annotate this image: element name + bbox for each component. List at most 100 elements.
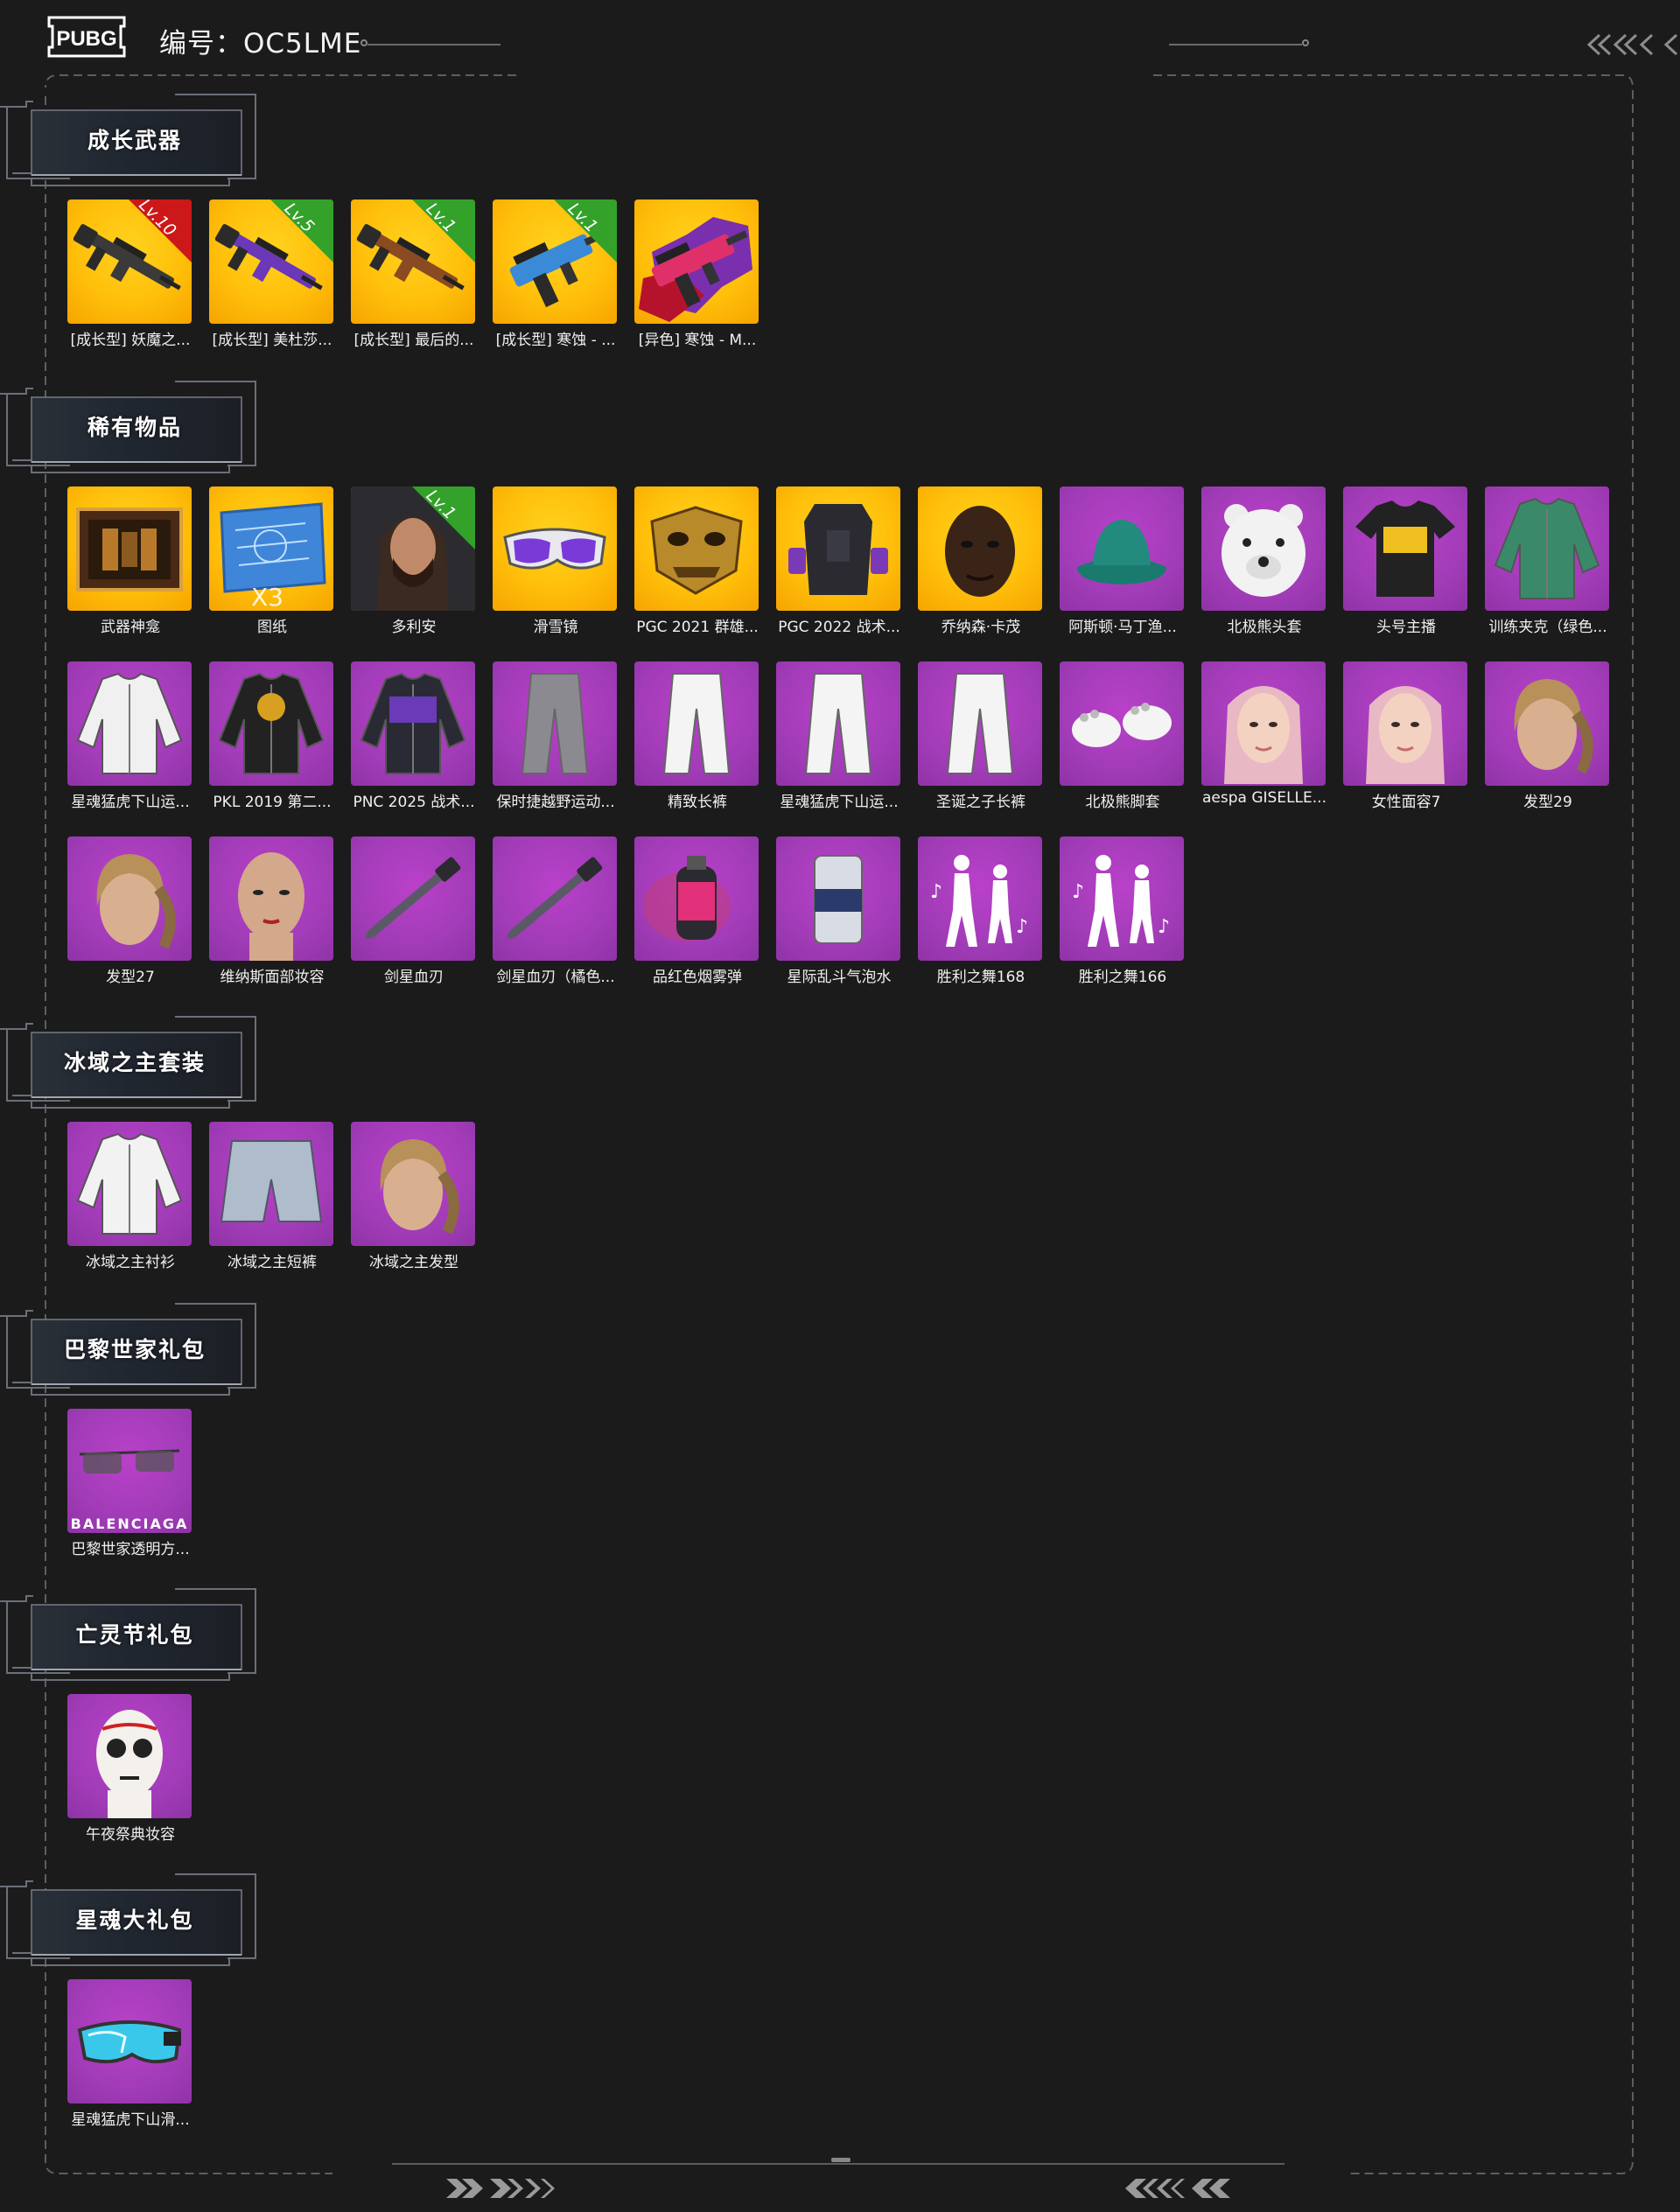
header-line-right xyxy=(1169,44,1302,46)
inventory-item[interactable]: PKL 2019 第二... xyxy=(209,662,335,819)
item-label: 维纳斯面部妆容 xyxy=(220,969,325,986)
inventory-item[interactable]: Lv.1 [成长型] 寒蚀 - ... xyxy=(493,200,619,357)
inventory-item[interactable]: 发型29 xyxy=(1485,662,1611,819)
footer-line xyxy=(392,2163,1284,2165)
item-thumbnail xyxy=(209,1122,333,1246)
item-thumbnail xyxy=(918,486,1042,611)
inventory-item[interactable]: Lv.10 [成长型] 妖魔之... xyxy=(67,200,193,357)
svg-text:♪: ♪ xyxy=(1158,916,1170,938)
inventory-item[interactable]: 头号主播 xyxy=(1343,486,1469,644)
inventory-item[interactable]: 品红色烟雾弹 xyxy=(634,836,760,994)
section-title: 星魂大礼包 xyxy=(75,1908,194,1933)
item-thumbnail xyxy=(493,486,617,611)
item-thumbnail xyxy=(1060,486,1184,611)
item-label: 发型27 xyxy=(106,969,155,986)
item-label: [成长型] 最后的... xyxy=(354,332,474,349)
item-label: [成长型] 妖魔之... xyxy=(70,332,191,349)
inventory-item[interactable]: 冰域之主短裤 xyxy=(209,1122,335,1279)
inventory-item[interactable]: ♪ ♪ 胜利之舞166 xyxy=(1060,836,1186,994)
item-label: 星魂猛虎下山运... xyxy=(71,794,190,811)
header-dot-left xyxy=(360,39,368,46)
item-label: [异色] 寒蚀 - M... xyxy=(638,332,757,349)
inventory-item[interactable]: [异色] 寒蚀 - M... xyxy=(634,200,760,357)
item-thumbnail xyxy=(918,662,1042,786)
inventory-item[interactable]: 精致长裤 xyxy=(634,662,760,819)
inventory-item[interactable]: 星魂猛虎下山运... xyxy=(776,662,902,819)
inventory-item[interactable]: 星魂猛虎下山运... xyxy=(67,662,193,819)
inventory-item[interactable]: 午夜祭典妆容 xyxy=(67,1694,193,1852)
item-thumbnail: Lv.10 xyxy=(67,200,192,324)
item-thumbnail xyxy=(67,836,192,961)
inventory-item[interactable]: 武器神龛 xyxy=(67,486,193,644)
inventory-item[interactable]: PGC 2021 群雄... xyxy=(634,486,760,644)
inventory-item[interactable]: 剑星血刃 xyxy=(351,836,477,994)
serial-value: OC5LME xyxy=(243,28,362,60)
inventory-item[interactable]: ♪ ♪ 胜利之舞168 xyxy=(918,836,1044,994)
item-thumbnail xyxy=(67,1694,192,1818)
item-thumbnail xyxy=(67,486,192,611)
inventory-item[interactable]: Lv.1 多利安 xyxy=(351,486,477,644)
item-thumbnail xyxy=(776,486,900,611)
item-thumbnail xyxy=(67,1122,192,1246)
item-thumbnail: ♪ ♪ xyxy=(1060,836,1184,961)
inventory-item[interactable]: 北极熊头套 xyxy=(1201,486,1327,644)
inventory-item[interactable]: 剑星血刃（橘色... xyxy=(493,836,619,994)
section-header: 稀有物品 xyxy=(0,378,262,474)
item-label: 胜利之舞168 xyxy=(936,969,1026,986)
serial-label: 编号： xyxy=(159,28,243,60)
item-label: 训练夹克（绿色... xyxy=(1488,619,1607,636)
inventory-item[interactable]: BALENCIAGA 巴黎世家透明方... xyxy=(67,1409,193,1566)
svg-text:♪: ♪ xyxy=(1016,916,1028,938)
inventory-item[interactable]: 阿斯顿·马丁渔... xyxy=(1060,486,1186,644)
item-thumbnail xyxy=(351,662,475,786)
inventory-item[interactable]: PGC 2022 战术... xyxy=(776,486,902,644)
inventory-item[interactable]: 北极熊脚套 xyxy=(1060,662,1186,819)
item-thumbnail xyxy=(634,486,759,611)
item-label: 圣诞之子长裤 xyxy=(936,794,1026,811)
footer-notch xyxy=(831,2158,850,2162)
inventory-item[interactable]: 乔纳森·卡茂 xyxy=(918,486,1044,644)
inventory-item[interactable]: Lv.5 [成长型] 美杜莎... xyxy=(209,200,335,357)
logo-text: PUBG xyxy=(56,27,116,51)
inventory-item[interactable]: 星魂猛虎下山滑... xyxy=(67,1979,193,2137)
item-label: 阿斯顿·马丁渔... xyxy=(1068,619,1177,636)
inventory-item[interactable]: 星际乱斗气泡水 xyxy=(776,836,902,994)
brand-text: BALENCIAGA xyxy=(70,1516,189,1532)
item-thumbnail xyxy=(634,836,759,961)
section-title: 亡灵节礼包 xyxy=(75,1622,194,1648)
inventory-item[interactable]: 维纳斯面部妆容 xyxy=(209,836,335,994)
inventory-item[interactable]: Lv.1 [成长型] 最后的... xyxy=(351,200,477,357)
inventory-item[interactable]: 冰域之主发型 xyxy=(351,1122,477,1279)
inventory-item[interactable]: 发型27 xyxy=(67,836,193,994)
inventory-item[interactable]: 冰域之主衬衫 xyxy=(67,1122,193,1279)
item-label: PKL 2019 第二... xyxy=(213,794,332,811)
inventory-item[interactable]: PNC 2025 战术... xyxy=(351,662,477,819)
item-thumbnail xyxy=(493,836,617,961)
item-label: 图纸 xyxy=(257,619,287,636)
item-label: 冰域之主衬衫 xyxy=(86,1254,175,1271)
inventory-item[interactable]: 滑雪镜 xyxy=(493,486,619,644)
item-thumbnail xyxy=(776,836,900,961)
item-thumbnail xyxy=(67,1979,192,2104)
item-label: [成长型] 美杜莎... xyxy=(212,332,332,349)
item-thumbnail xyxy=(1485,662,1609,786)
section-title: 巴黎世家礼包 xyxy=(63,1337,206,1362)
item-thumbnail xyxy=(1485,486,1609,611)
item-thumbnail xyxy=(1060,662,1184,786)
inventory-item[interactable]: 女性面容7 xyxy=(1343,662,1469,819)
inventory-item[interactable]: aespa GISELLE... xyxy=(1201,662,1327,819)
inventory-item[interactable]: 圣诞之子长裤 xyxy=(918,662,1044,819)
inventory-item[interactable]: 保时捷越野运动... xyxy=(493,662,619,819)
inventory-item[interactable]: 训练夹克（绿色... xyxy=(1485,486,1611,644)
item-label: 乔纳森·卡茂 xyxy=(941,619,1021,636)
inventory-item[interactable]: X3 图纸 xyxy=(209,486,335,644)
item-label: PGC 2021 群雄... xyxy=(636,619,759,636)
section-header: 成长武器 xyxy=(0,91,262,187)
item-label: 女性面容7 xyxy=(1371,794,1441,811)
item-label: 滑雪镜 xyxy=(533,619,578,636)
section-header: 星魂大礼包 xyxy=(0,1871,262,1967)
svg-text:♪: ♪ xyxy=(1072,881,1084,903)
item-label: aespa GISELLE... xyxy=(1202,789,1326,807)
item-thumbnail: Lv.1 xyxy=(493,200,617,324)
item-thumbnail xyxy=(1343,486,1467,611)
